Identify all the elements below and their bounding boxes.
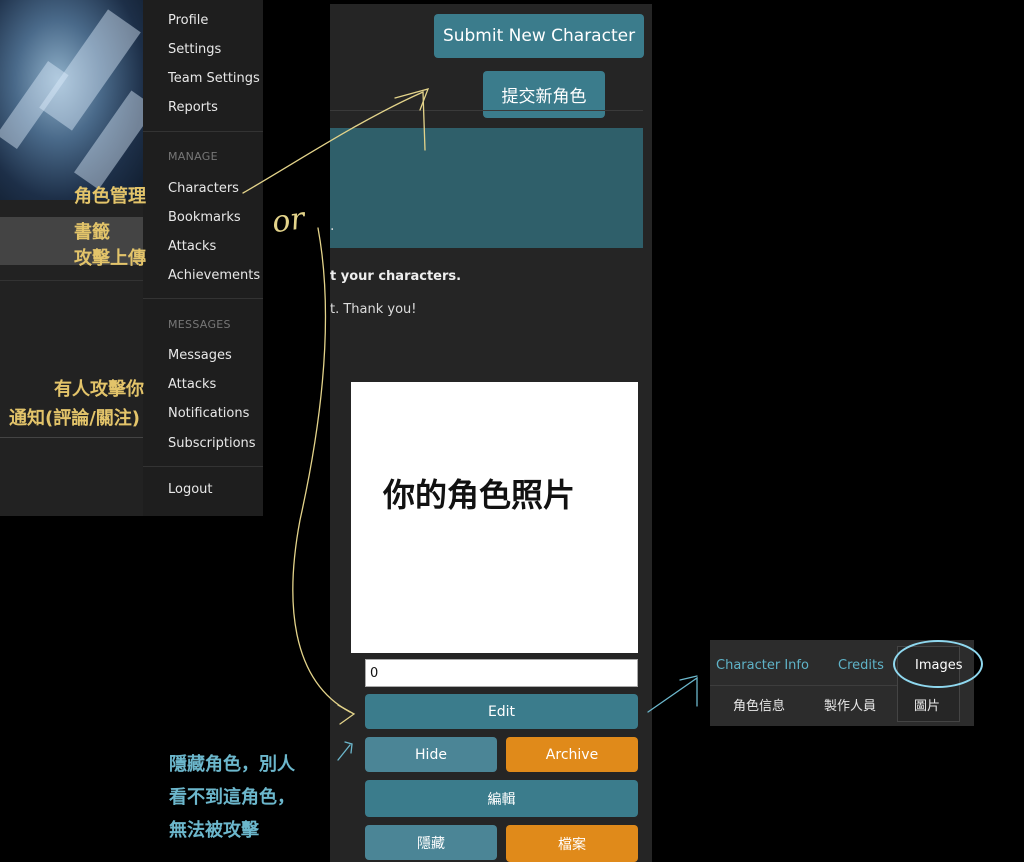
arrow-to-submit: [242, 91, 426, 194]
arrow-to-tabs: [647, 676, 698, 713]
annotation-arrows: or: [242, 88, 698, 761]
arrow-to-edit: [292, 227, 351, 713]
handwritten-or: or: [270, 201, 309, 240]
arrow-hide-note: [337, 744, 351, 761]
arrow-to-edit-head: [337, 704, 356, 725]
